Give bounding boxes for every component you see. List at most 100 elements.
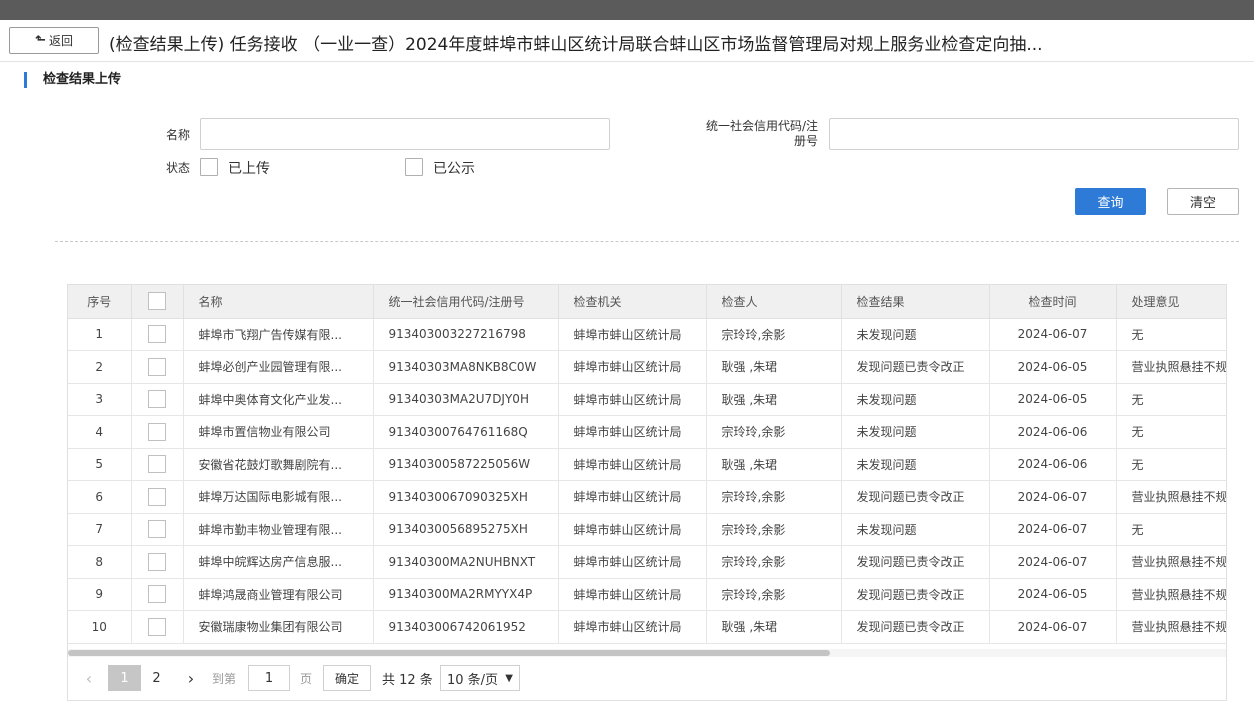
- table-row[interactable]: 5 安徽省花鼓灯歌舞剧院有... 91340300587225056W 蚌埠市蚌山区统…: [68, 448, 1226, 481]
- cell-opinion: 无: [1116, 318, 1226, 351]
- column-header-opinion: 处理意见: [1116, 285, 1226, 319]
- cell-date: 2024-06-07: [989, 318, 1117, 351]
- page-size-select[interactable]: 10 条/页 ▼: [440, 665, 520, 691]
- cell-select: [131, 350, 184, 384]
- uploaded-checkbox-label[interactable]: 已上传: [228, 158, 270, 178]
- row-checkbox[interactable]: [148, 357, 166, 376]
- cell-result: 发现问题已责令改正: [841, 480, 990, 514]
- credit-code-input[interactable]: [829, 118, 1239, 150]
- cell-authority: 蚌埠市蚌山区统计局: [558, 480, 707, 514]
- pagination: ‹ 1 2 › 到第 1 页 确定 共 12 条 10 条/页 ▼: [68, 665, 1226, 695]
- chevron-down-icon: ▼: [505, 672, 513, 684]
- published-checkbox[interactable]: [405, 158, 423, 176]
- cell-credit-code: 91340303MA8NKB8C0W: [373, 350, 559, 384]
- cell-select: [131, 318, 184, 351]
- cell-date: 2024-06-07: [989, 480, 1117, 514]
- cell-authority: 蚌埠市蚌山区统计局: [558, 513, 707, 546]
- cell-authority: 蚌埠市蚌山区统计局: [558, 578, 707, 611]
- cell-opinion: 营业执照悬挂不规: [1116, 578, 1226, 611]
- cell-date: 2024-06-06: [989, 415, 1117, 449]
- cell-credit-code: 91340300MA2RMYYX4P: [373, 578, 559, 611]
- cell-select: [131, 578, 184, 611]
- goto-page-input[interactable]: 1: [248, 665, 290, 691]
- cell-name: 安徽瑞康物业集团有限公司: [183, 610, 374, 644]
- top-bar: [0, 0, 1254, 20]
- column-header-select: [131, 285, 184, 319]
- table-row[interactable]: 10 安徽瑞康物业集团有限公司 913403006742061952 蚌埠市蚌山区统计…: [68, 610, 1226, 644]
- next-page-icon[interactable]: ›: [180, 665, 202, 691]
- cell-result: 发现问题已责令改正: [841, 578, 990, 611]
- credit-code-label-line1: 统一社会信用代码/注: [705, 119, 818, 133]
- cell-name: 蚌埠鸿晟商业管理有限公司: [183, 578, 374, 611]
- cell-opinion: 营业执照悬挂不规: [1116, 545, 1226, 579]
- row-checkbox[interactable]: [148, 390, 166, 409]
- name-input[interactable]: [200, 118, 610, 150]
- scrollbar-thumb[interactable]: [68, 650, 830, 656]
- table-row[interactable]: 6 蚌埠万达国际电影城有限... 9134030067090325XH 蚌埠市蚌山区统…: [68, 480, 1226, 514]
- back-button[interactable]: ⬑ 返回: [9, 27, 99, 54]
- row-checkbox[interactable]: [148, 325, 166, 344]
- cell-inspector: 宗玲玲,余影: [706, 578, 842, 611]
- cell-select: [131, 480, 184, 514]
- table-row[interactable]: 9 蚌埠鸿晟商业管理有限公司 91340300MA2RMYYX4P 蚌埠市蚌山区统计局…: [68, 578, 1226, 611]
- table-body: 1 蚌埠市飞翔广告传媒有限... 913403003227216798 蚌埠市蚌山区统…: [68, 318, 1226, 644]
- horizontal-scrollbar[interactable]: [68, 649, 1226, 657]
- row-checkbox[interactable]: [148, 617, 166, 636]
- table-row[interactable]: 4 蚌埠市置信物业有限公司 91340300764761168Q 蚌埠市蚌山区统计局宗…: [68, 415, 1226, 449]
- cell-result: 未发现问题: [841, 383, 990, 416]
- clear-button[interactable]: 清空: [1167, 188, 1239, 215]
- cell-select: [131, 610, 184, 644]
- goto-label: 到第: [212, 671, 237, 686]
- cell-credit-code: 9134030056895275XH: [373, 513, 559, 546]
- row-checkbox[interactable]: [148, 520, 166, 539]
- cell-index: 6: [68, 480, 132, 514]
- credit-code-label-line2: 册号: [793, 134, 818, 148]
- cell-result: 发现问题已责令改正: [841, 545, 990, 579]
- table-header-row: 序号 名称 统一社会信用代码/注册号 检查机关 检查人 检查结果 检查时间 处理…: [68, 285, 1226, 319]
- cell-result: 未发现问题: [841, 318, 990, 351]
- cell-index: 3: [68, 383, 132, 416]
- section-title: 检查结果上传: [24, 72, 121, 88]
- cell-date: 2024-06-05: [989, 350, 1117, 384]
- page-1-button[interactable]: 1: [108, 665, 141, 691]
- cell-select: [131, 513, 184, 546]
- table-row[interactable]: 3 蚌埠中奥体育文化产业发... 91340303MA2U7DJY0H 蚌埠市蚌山区统…: [68, 383, 1226, 416]
- cell-opinion: 营业执照悬挂不规: [1116, 610, 1226, 644]
- cell-name: 蚌埠市勤丰物业管理有限...: [183, 513, 374, 546]
- uploaded-checkbox[interactable]: [200, 158, 218, 176]
- cell-date: 2024-06-05: [989, 383, 1117, 416]
- row-checkbox[interactable]: [148, 552, 166, 571]
- page-2-button[interactable]: 2: [140, 665, 173, 691]
- cell-opinion: 无: [1116, 383, 1226, 416]
- cell-inspector: 耿强 ,朱珺: [706, 448, 842, 481]
- cell-index: 8: [68, 545, 132, 579]
- table-row[interactable]: 1 蚌埠市飞翔广告传媒有限... 913403003227216798 蚌埠市蚌山区统…: [68, 318, 1226, 351]
- cell-opinion: 无: [1116, 415, 1226, 449]
- published-checkbox-label[interactable]: 已公示: [433, 158, 475, 178]
- select-all-checkbox[interactable]: [148, 292, 166, 311]
- cell-opinion: 营业执照悬挂不规: [1116, 350, 1226, 384]
- cell-index: 7: [68, 513, 132, 546]
- row-checkbox[interactable]: [148, 455, 166, 474]
- cell-result: 发现问题已责令改正: [841, 610, 990, 644]
- column-header-index: 序号: [68, 285, 132, 319]
- table-row[interactable]: 2 蚌埠必创产业园管理有限... 91340303MA8NKB8C0W 蚌埠市蚌山区统…: [68, 350, 1226, 384]
- cell-name: 蚌埠万达国际电影城有限...: [183, 480, 374, 514]
- goto-confirm-button[interactable]: 确定: [323, 665, 371, 691]
- row-checkbox[interactable]: [148, 422, 166, 441]
- cell-credit-code: 9134030067090325XH: [373, 480, 559, 514]
- cell-credit-code: 913403003227216798: [373, 318, 559, 351]
- results-table-container: 序号 名称 统一社会信用代码/注册号 检查机关 检查人 检查结果 检查时间 处理…: [67, 284, 1227, 701]
- table-row[interactable]: 8 蚌埠中皖辉达房产信息服... 91340300MA2NUHBNXT 蚌埠市蚌山区统…: [68, 545, 1226, 579]
- row-checkbox[interactable]: [148, 585, 166, 604]
- cell-name: 蚌埠必创产业园管理有限...: [183, 350, 374, 384]
- prev-page-icon[interactable]: ‹: [78, 665, 100, 691]
- table-row[interactable]: 7 蚌埠市勤丰物业管理有限... 9134030056895275XH 蚌埠市蚌山区统…: [68, 513, 1226, 546]
- cell-date: 2024-06-07: [989, 610, 1117, 644]
- cell-inspector: 宗玲玲,余影: [706, 513, 842, 546]
- cell-index: 1: [68, 318, 132, 351]
- column-header-credit-code: 统一社会信用代码/注册号: [373, 285, 559, 319]
- row-checkbox[interactable]: [148, 487, 166, 506]
- query-button[interactable]: 查询: [1075, 188, 1146, 215]
- cell-name: 蚌埠市飞翔广告传媒有限...: [183, 318, 374, 351]
